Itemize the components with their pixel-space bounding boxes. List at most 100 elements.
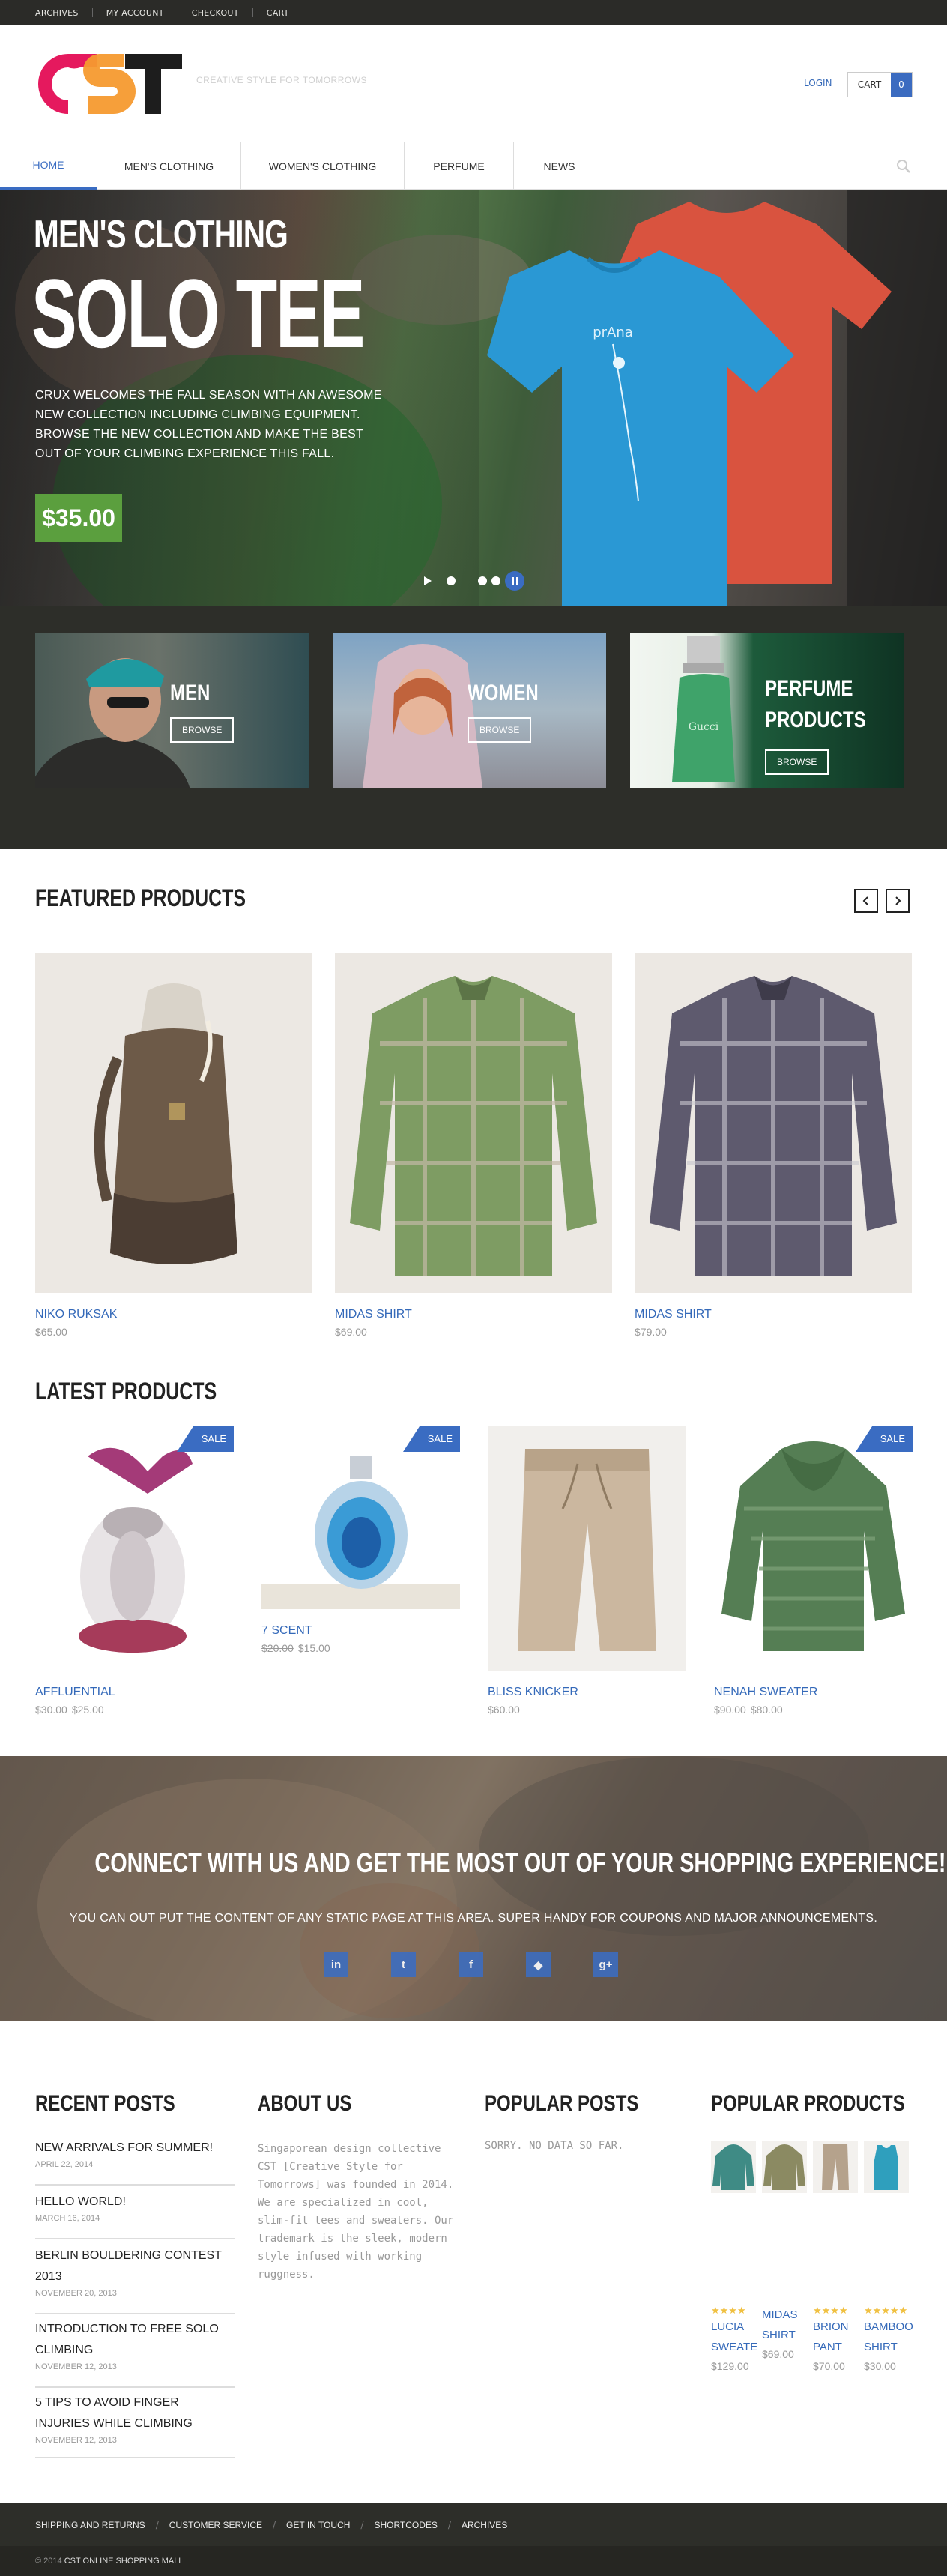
product-card[interactable]: SALE NENAH SWEATER $90.00 $80.00 — [714, 1426, 913, 1716]
divider: / — [447, 2519, 451, 2530]
latest-products-title: LATEST PRODUCTS — [35, 1378, 217, 1405]
product-image-7-scent[interactable]: SALE — [261, 1426, 460, 1609]
about-us-text: Singaporean design collective CST [Creat… — [258, 2143, 454, 2281]
product-name[interactable]: NIKO RUKSAK — [35, 1308, 312, 1321]
product-card[interactable]: SALE 7 SCENT $20.00 $15.00 — [261, 1426, 460, 1654]
browse-men-button[interactable]: BROWSE — [170, 717, 235, 743]
post-item[interactable]: BERLIN BOULDERING CONTEST 2013 NOVEMBER … — [35, 2245, 235, 2314]
footer-link-shipping[interactable]: SHIPPING AND RETURNS — [35, 2520, 145, 2530]
product-price: $79.00 — [635, 1326, 667, 1338]
popular-product-item[interactable]: ★★★★★ BAMBOO SHIRT $30.00 — [864, 2305, 913, 2375]
product-name[interactable]: MIDAS SHIRT — [335, 1308, 612, 1321]
product-card[interactable]: MIDAS SHIRT $79.00 — [635, 953, 912, 1338]
browse-perfume-button[interactable]: BROWSE — [765, 749, 829, 775]
hero-shirt-brand: prAna — [593, 325, 633, 340]
hero-category: MEN'S CLOTHING — [34, 213, 288, 256]
product-image-midas-shirt-grey[interactable] — [635, 953, 912, 1293]
footer-link-customer-service[interactable]: CUSTOMER SERVICE — [169, 2520, 262, 2530]
category-banner-perfume[interactable]: Gucci PERFUME PRODUCTS BROWSE — [630, 633, 904, 788]
product-name[interactable]: NENAH SWEATER — [714, 1686, 913, 1699]
topbar-link-archives[interactable]: ARCHIVES — [35, 8, 79, 18]
footer-link-get-in-touch[interactable]: GET IN TOUCH — [286, 2520, 350, 2530]
product-card[interactable]: BLISS KNICKER $60.00 — [488, 1426, 686, 1716]
popular-product-thumb[interactable] — [762, 2141, 807, 2193]
pause-icon[interactable] — [505, 571, 524, 591]
popular-product-thumb[interactable] — [864, 2141, 909, 2193]
post-item[interactable]: 5 TIPS TO AVOID FINGER INJURIES WHILE CL… — [35, 2392, 235, 2458]
product-image-niko-ruksak[interactable] — [35, 953, 312, 1293]
about-us-title: ABOUT US — [258, 2091, 352, 2116]
product-card[interactable]: SALE AFFLUENTIAL $30.00 $25.00 — [35, 1426, 234, 1716]
popular-product-item[interactable]: MIDAS SHIRT $69.00 — [762, 2305, 810, 2363]
post-date: NOVEMBER 12, 2013 — [35, 2362, 117, 2371]
category-banner-men[interactable]: MEN BROWSE — [35, 633, 309, 788]
facebook-icon[interactable]: f — [459, 1952, 483, 1977]
post-title[interactable]: BERLIN BOULDERING CONTEST 2013 — [35, 2245, 235, 2287]
product-card[interactable]: MIDAS SHIRT $69.00 — [335, 953, 612, 1338]
product-card[interactable]: NIKO RUKSAK $65.00 — [35, 953, 312, 1338]
post-date: NOVEMBER 12, 2013 — [35, 2436, 117, 2445]
popular-product-thumb[interactable] — [813, 2141, 858, 2193]
popular-product-price: $30.00 — [864, 2360, 896, 2372]
nav-item-mens-clothing[interactable]: MEN'S CLOTHING — [97, 142, 241, 190]
popular-product-name[interactable]: BRION PANT — [813, 2317, 861, 2357]
topbar-link-checkout[interactable]: CHECKOUT — [192, 8, 239, 18]
recent-posts-title: RECENT POSTS — [35, 2091, 175, 2116]
product-price: $60.00 — [488, 1704, 686, 1716]
copyright-name[interactable]: CST ONLINE SHOPPING MALL — [64, 2557, 184, 2566]
post-title[interactable]: HELLO WORLD! — [35, 2192, 235, 2212]
popular-product-item[interactable]: ★★★★ LUCIA SWEATE $129.00 — [711, 2305, 760, 2375]
slider-dot[interactable] — [447, 576, 456, 585]
post-title[interactable]: NEW ARRIVALS FOR SUMMER! — [35, 2138, 235, 2159]
popular-product-item[interactable]: ★★★★ BRION PANT $70.00 — [813, 2305, 861, 2375]
slider-controls — [424, 571, 524, 591]
topbar-link-cart[interactable]: CART — [267, 8, 289, 18]
carousel-prev-button[interactable] — [854, 889, 878, 913]
footer-link-archives[interactable]: ARCHIVES — [462, 2520, 507, 2530]
popular-product-name[interactable]: MIDAS SHIRT — [762, 2305, 810, 2345]
nav-item-perfume[interactable]: PERFUME — [405, 142, 514, 190]
login-link[interactable]: LOGIN — [804, 78, 832, 88]
product-name[interactable]: AFFLUENTIAL — [35, 1686, 234, 1699]
browse-women-button[interactable]: BROWSE — [468, 717, 532, 743]
post-title[interactable]: INTRODUCTION TO FREE SOLO CLIMBING — [35, 2319, 235, 2361]
google-plus-icon[interactable]: g+ — [593, 1952, 618, 1977]
play-icon[interactable] — [424, 576, 432, 585]
popular-products-title: POPULAR PRODUCTS — [711, 2091, 905, 2116]
post-item[interactable]: NEW ARRIVALS FOR SUMMER! APRIL 22, 2014 — [35, 2138, 235, 2186]
product-image-midas-shirt-green[interactable] — [335, 953, 612, 1293]
product-image-bliss-knicker[interactable] — [488, 1426, 686, 1671]
product-name[interactable]: 7 SCENT — [261, 1624, 460, 1638]
post-item[interactable]: INTRODUCTION TO FREE SOLO CLIMBING NOVEM… — [35, 2319, 235, 2388]
popular-product-name[interactable]: LUCIA SWEATE — [711, 2317, 760, 2357]
linkedin-icon[interactable]: in — [324, 1952, 348, 1977]
cst-logo[interactable] — [35, 49, 185, 118]
carousel-next-button[interactable] — [886, 889, 910, 913]
nav-item-news[interactable]: NEWS — [514, 142, 605, 190]
chevron-left-icon — [862, 896, 868, 905]
topbar-link-my-account[interactable]: MY ACCOUNT — [106, 8, 164, 18]
nav-item-home[interactable]: HOME — [0, 142, 97, 190]
slider-dot[interactable] — [491, 576, 500, 585]
cart-button[interactable]: CART 0 — [847, 72, 913, 97]
product-image-affluential[interactable]: SALE — [35, 1426, 234, 1671]
product-name[interactable]: MIDAS SHIRT — [635, 1308, 912, 1321]
hero-price-tag[interactable]: $35.00 — [35, 494, 122, 542]
hero-title: SOLO TEE — [31, 259, 365, 368]
footer-link-shortcodes[interactable]: SHORTCODES — [374, 2520, 437, 2530]
post-title[interactable]: 5 TIPS TO AVOID FINGER INJURIES WHILE CL… — [35, 2392, 235, 2434]
popular-product-price: $69.00 — [762, 2348, 794, 2360]
product-name[interactable]: BLISS KNICKER — [488, 1686, 686, 1699]
category-banner-women[interactable]: WOMEN BROWSE — [333, 633, 606, 788]
post-item[interactable]: HELLO WORLD! MARCH 16, 2014 — [35, 2192, 235, 2239]
popular-product-thumb[interactable] — [711, 2141, 756, 2193]
nav-item-womens-clothing[interactable]: WOMEN'S CLOTHING — [241, 142, 405, 190]
social-links: in t f ◆ g+ — [324, 1952, 618, 1977]
search-icon[interactable] — [896, 159, 911, 174]
main-nav: HOME MEN'S CLOTHING WOMEN'S CLOTHING PER… — [0, 142, 947, 190]
product-image-nenah-sweater[interactable]: SALE — [714, 1426, 913, 1671]
slider-dot[interactable] — [478, 576, 487, 585]
dribbble-icon[interactable]: ◆ — [526, 1952, 551, 1977]
popular-product-name[interactable]: BAMBOO SHIRT — [864, 2317, 913, 2357]
twitter-icon[interactable]: t — [391, 1952, 416, 1977]
